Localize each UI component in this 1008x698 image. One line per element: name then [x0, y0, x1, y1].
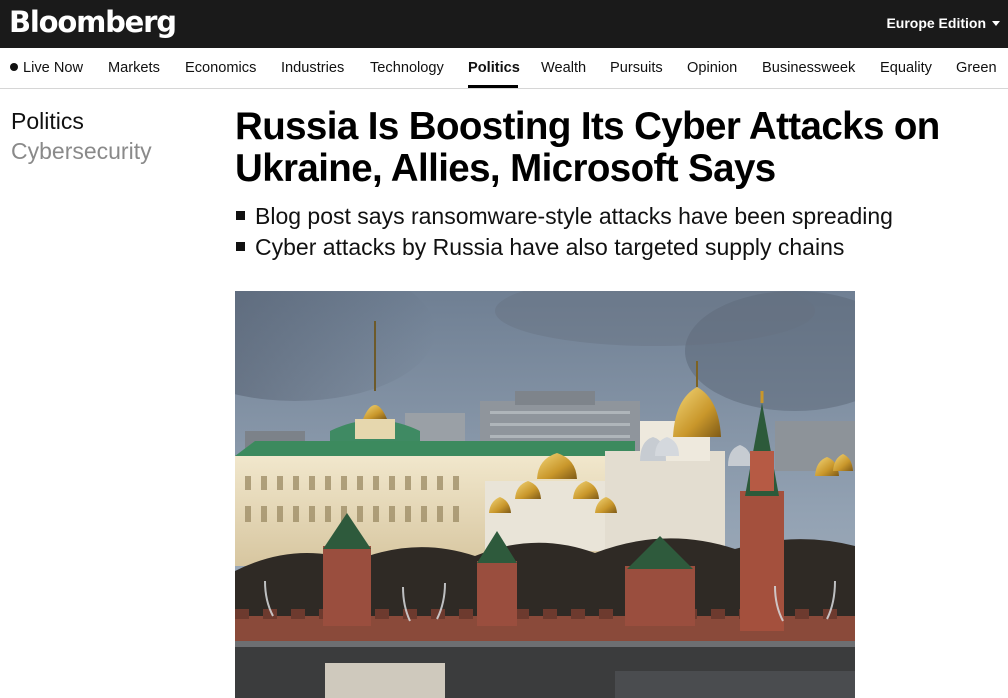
live-dot-icon — [10, 63, 18, 71]
active-nav-underline — [468, 85, 518, 88]
nav-item-industries[interactable]: Industries — [281, 59, 344, 77]
nav-item-live-now[interactable]: Live Now — [10, 59, 83, 77]
edition-label: Europe Edition — [886, 15, 986, 31]
summary-bullet: Cyber attacks by Russia have also target… — [235, 232, 995, 263]
nav-item-label: Live Now — [23, 60, 84, 76]
main-nav: Live Now Markets Economics Industries Te… — [0, 48, 1008, 89]
summary-bullet: Blog post says ransomware-style attacks … — [235, 201, 995, 232]
nav-item-pursuits[interactable]: Pursuits — [610, 59, 663, 77]
bloomberg-logo[interactable]: Bloomberg — [9, 4, 177, 40]
nav-item-technology[interactable]: Technology — [370, 59, 444, 77]
nav-item-green[interactable]: Green — [956, 59, 997, 77]
nav-item-wealth[interactable]: Wealth — [541, 59, 586, 77]
subsection-label[interactable]: Cybersecurity — [11, 136, 152, 166]
nav-item-politics[interactable]: Politics — [468, 59, 520, 77]
nav-item-businessweek[interactable]: Businessweek — [762, 59, 855, 77]
top-bar: Bloomberg Europe Edition — [0, 0, 1008, 48]
nav-item-economics[interactable]: Economics — [185, 59, 256, 77]
nav-item-equality[interactable]: Equality — [880, 59, 932, 77]
nav-item-markets[interactable]: Markets — [108, 59, 160, 77]
section-label[interactable]: Politics — [11, 106, 84, 136]
nav-item-opinion[interactable]: Opinion — [687, 59, 737, 77]
edition-selector[interactable]: Europe Edition — [886, 15, 1000, 32]
article-summary-list: Blog post says ransomware-style attacks … — [235, 201, 995, 263]
article-headline: Russia Is Boosting Its Cyber Attacks on … — [235, 105, 940, 190]
chevron-down-icon — [992, 21, 1000, 26]
kremlin-photo — [235, 291, 855, 698]
